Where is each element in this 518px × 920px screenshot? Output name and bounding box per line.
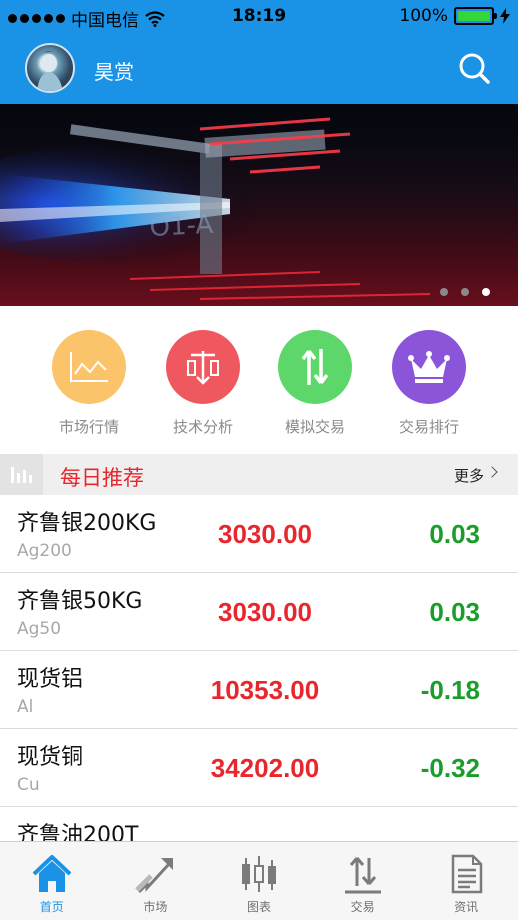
tab-market[interactable]: 市场	[104, 842, 208, 920]
product-change: -0.18	[420, 675, 480, 705]
line-chart-icon	[52, 330, 126, 404]
product-price: 3030.00	[218, 519, 312, 549]
up-down-arrows-icon	[278, 330, 352, 404]
more-link[interactable]: 更多	[454, 465, 484, 486]
avatar-image	[37, 51, 63, 91]
product-row[interactable]: 现货铝 Al 10353.00 -0.18	[0, 651, 518, 729]
product-name: 现货铜	[17, 745, 84, 770]
tab-home[interactable]: 首页	[0, 842, 104, 920]
product-code: Ag50	[17, 619, 62, 639]
battery-percent: 100%	[399, 6, 448, 26]
candlestick-icon	[166, 330, 240, 404]
product-price: 3030.00	[218, 597, 312, 627]
product-row[interactable]: 齐鲁银50KG Ag50 3030.00 0.03	[0, 573, 518, 651]
banner-pagination[interactable]	[440, 288, 490, 296]
tab-news[interactable]: 资讯	[414, 842, 518, 920]
section-title: 每日推荐	[60, 466, 144, 490]
tab-label: 市场	[143, 900, 168, 914]
username: 昊赏	[94, 60, 134, 84]
bottom-tab-bar: 首页 市场 图表 交易 资讯	[0, 841, 518, 920]
tab-label: 交易	[350, 900, 375, 914]
top-nav-bar: 昊赏	[0, 34, 518, 104]
avatar[interactable]	[25, 43, 75, 93]
status-right: 100%	[399, 6, 510, 26]
tab-trade[interactable]: 交易	[311, 842, 415, 920]
banner-dot-2[interactable]	[461, 288, 469, 296]
product-row[interactable]: 现货铜 Cu 34202.00 -0.32	[0, 729, 518, 807]
trade-arrows-icon	[344, 857, 381, 894]
chevron-right-icon[interactable]	[486, 466, 498, 478]
status-bar: 中国电信 18:19 100%	[0, 0, 518, 34]
promo-banner-carousel[interactable]: O1-A	[0, 104, 518, 306]
crown-icon	[392, 330, 466, 404]
charging-bolt-icon	[500, 8, 510, 24]
quick-item-analysis[interactable]: 技术分析	[148, 330, 258, 437]
banner-dot-3[interactable]	[482, 288, 490, 296]
candlestick-chart-icon	[241, 856, 276, 892]
bar-chart-icon	[0, 454, 43, 495]
battery-icon	[454, 7, 497, 25]
quick-item-label: 技术分析	[172, 418, 233, 436]
product-row[interactable]: 齐鲁油200T	[0, 807, 518, 841]
product-code: Al	[17, 697, 34, 717]
product-price: 10353.00	[210, 675, 320, 705]
product-name: 现货铝	[17, 667, 84, 692]
product-code: Cu	[17, 775, 40, 795]
quick-item-ranking[interactable]: 交易排行	[374, 330, 484, 437]
product-code: Ag200	[17, 541, 72, 561]
tab-chart[interactable]: 图表	[207, 842, 311, 920]
tab-label: 首页	[39, 900, 64, 914]
product-name: 齐鲁银200KG	[17, 511, 157, 536]
market-trend-icon	[135, 858, 174, 894]
product-name: 齐鲁银50KG	[17, 589, 143, 614]
quick-item-label: 交易排行	[398, 418, 459, 436]
product-change: -0.32	[420, 753, 480, 783]
product-change: 0.03	[429, 519, 480, 549]
tab-label: 图表	[246, 900, 271, 914]
product-change: 0.03	[429, 597, 480, 627]
tab-label: 资讯	[454, 900, 479, 914]
news-document-icon	[451, 854, 483, 894]
banner-dot-1[interactable]	[440, 288, 448, 296]
product-price: 34202.00	[210, 753, 320, 783]
quick-menu: 市场行情 技术分析 模拟交易 交易排行	[0, 306, 518, 454]
daily-recommend-header: 每日推荐 更多	[0, 454, 518, 495]
search-icon[interactable]	[456, 50, 492, 86]
product-name: 齐鲁油200T	[17, 823, 139, 841]
quick-item-simulate[interactable]: 模拟交易	[260, 330, 370, 437]
quick-item-label: 市场行情	[58, 418, 119, 436]
quick-item-label: 模拟交易	[284, 418, 345, 436]
product-row[interactable]: 齐鲁银200KG Ag200 3030.00 0.03	[0, 495, 518, 573]
product-list: 齐鲁银200KG Ag200 3030.00 0.03 齐鲁银50KG Ag50…	[0, 495, 518, 841]
svg-text:O1-A: O1-A	[149, 210, 214, 243]
banner-image: O1-A	[0, 104, 518, 306]
home-icon	[32, 855, 72, 892]
quick-item-market[interactable]: 市场行情	[34, 330, 144, 437]
